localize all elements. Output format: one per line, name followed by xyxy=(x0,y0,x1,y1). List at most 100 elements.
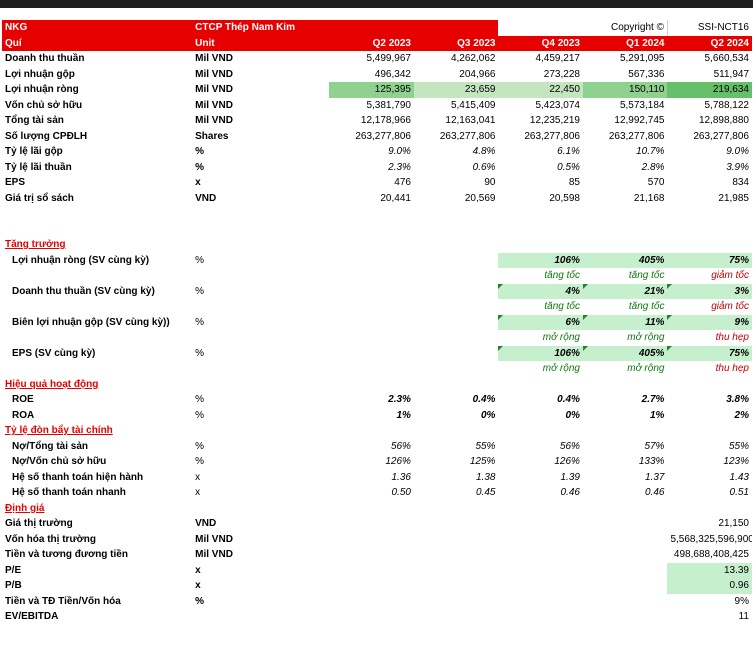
row-label[interactable]: Giá thị trường xyxy=(2,516,192,532)
cell-value[interactable]: 0.46 xyxy=(583,485,668,501)
cell-value[interactable]: 150,110 xyxy=(582,82,668,98)
cell-value[interactable]: 0.6% xyxy=(414,160,499,176)
growth-value[interactable]: 3% xyxy=(667,283,752,299)
row-unit[interactable]: % xyxy=(192,439,329,455)
growth-value[interactable]: 11% xyxy=(582,314,668,330)
row-label[interactable]: EPS (SV cùng kỳ) xyxy=(2,346,192,362)
growth-value[interactable]: 6% xyxy=(498,314,583,330)
cell-value[interactable]: 834 xyxy=(667,175,752,191)
growth-value[interactable]: 405% xyxy=(582,252,668,268)
cell-value[interactable]: 0.50 xyxy=(329,485,414,501)
row-unit[interactable]: Mil VND xyxy=(192,98,329,114)
empty-cell[interactable] xyxy=(414,594,499,610)
cell-value[interactable]: 570 xyxy=(583,175,668,191)
cell-value[interactable]: 126% xyxy=(329,454,414,470)
trend-note[interactable]: thu hẹp xyxy=(667,361,752,377)
cell-value[interactable]: 56% xyxy=(329,439,414,455)
cell-value[interactable]: 1% xyxy=(583,408,668,424)
empty-cell[interactable] xyxy=(498,563,583,579)
cell-value[interactable]: 20,598 xyxy=(498,191,583,207)
trend-note[interactable]: mở rộng xyxy=(583,330,668,346)
row-unit[interactable]: % xyxy=(192,284,329,300)
empty-cell[interactable] xyxy=(329,284,414,300)
row-unit[interactable]: % xyxy=(192,346,329,362)
trend-note[interactable]: mở rộng xyxy=(583,361,668,377)
trend-note[interactable]: tăng tốc xyxy=(583,299,668,315)
empty-cell[interactable] xyxy=(414,578,499,594)
company-name[interactable]: CTCP Thép Nam Kim xyxy=(192,20,499,36)
cell-value[interactable]: 4,262,062 xyxy=(414,51,499,67)
cell-value[interactable]: 9.0% xyxy=(667,144,752,160)
cell-value[interactable]: 219,634 xyxy=(667,82,752,98)
empty-cell[interactable] xyxy=(414,516,499,532)
cell-value[interactable]: 126% xyxy=(498,454,583,470)
row-unit[interactable]: % xyxy=(192,454,329,470)
row-unit[interactable]: Mil VND xyxy=(192,82,329,98)
cell-value[interactable]: 125,395 xyxy=(329,82,414,98)
cell-value[interactable]: 0.51 xyxy=(667,485,752,501)
column-header[interactable]: Q2 2023 xyxy=(329,35,414,51)
cell-value[interactable]: 12,163,041 xyxy=(414,113,499,129)
trend-note[interactable]: giảm tốc xyxy=(667,299,752,315)
row-label[interactable]: EV/EBITDA xyxy=(2,609,192,625)
empty-cell[interactable] xyxy=(2,299,192,315)
row-unit[interactable]: % xyxy=(192,408,329,424)
empty-cell[interactable] xyxy=(329,578,414,594)
cell-value[interactable]: 56% xyxy=(498,439,583,455)
cell-value[interactable]: 12,178,966 xyxy=(329,113,414,129)
cell-value[interactable]: 5,499,967 xyxy=(329,51,414,67)
cell-value[interactable]: 12,992,745 xyxy=(583,113,668,129)
row-unit[interactable]: x xyxy=(192,470,329,486)
row-unit[interactable]: % xyxy=(192,594,329,610)
empty-cell[interactable] xyxy=(329,299,414,315)
row-unit[interactable]: Mil VND xyxy=(192,51,329,67)
empty-cell[interactable] xyxy=(192,330,329,346)
empty-cell[interactable] xyxy=(583,532,668,548)
empty-cell[interactable] xyxy=(498,547,583,563)
column-header[interactable]: Q2 2024 xyxy=(667,35,752,51)
growth-value[interactable]: 9% xyxy=(667,314,752,330)
cell-value[interactable]: 23,659 xyxy=(413,82,499,98)
cell-value[interactable]: 22,450 xyxy=(498,82,583,98)
cell-value[interactable]: 5,381,790 xyxy=(329,98,414,114)
cell-value[interactable]: 0.4% xyxy=(414,392,499,408)
empty-cell[interactable] xyxy=(329,594,414,610)
column-header[interactable]: Q3 2023 xyxy=(413,35,499,51)
cell-value[interactable]: 4.8% xyxy=(414,144,499,160)
empty-cell[interactable] xyxy=(498,532,583,548)
trend-note[interactable]: thu hẹp xyxy=(667,330,752,346)
row-label[interactable]: Lợi nhuận ròng (SV cùng kỳ) xyxy=(2,253,192,269)
cell-value[interactable]: 263,277,806 xyxy=(498,129,583,145)
cell-value[interactable]: 0.5% xyxy=(498,160,583,176)
cell-value[interactable]: 0.96 xyxy=(667,578,752,594)
cell-value[interactable]: 5,568,325,596,900 xyxy=(667,532,752,548)
empty-cell[interactable] xyxy=(414,268,499,284)
row-label[interactable]: Tỷ lệ lãi thuần xyxy=(2,160,192,176)
cell-value[interactable]: 1.39 xyxy=(498,470,583,486)
period-label[interactable]: Quí xyxy=(2,35,193,51)
empty-cell[interactable] xyxy=(329,330,414,346)
cell-value[interactable]: 0% xyxy=(498,408,583,424)
empty-cell[interactable] xyxy=(414,563,499,579)
cell-value[interactable]: 4,459,217 xyxy=(498,51,583,67)
cell-value[interactable]: 6.1% xyxy=(498,144,583,160)
row-label[interactable]: Lợi nhuận gộp xyxy=(2,67,192,83)
empty-cell[interactable] xyxy=(2,361,192,377)
cell-value[interactable]: 3.9% xyxy=(667,160,752,176)
row-label[interactable]: P/E xyxy=(2,563,192,579)
cell-value[interactable]: 20,441 xyxy=(329,191,414,207)
row-unit[interactable]: Mil VND xyxy=(192,67,329,83)
empty-cell[interactable] xyxy=(498,578,583,594)
cell-value[interactable]: 263,277,806 xyxy=(414,129,499,145)
empty-cell[interactable] xyxy=(329,563,414,579)
cell-value[interactable]: 0.4% xyxy=(498,392,583,408)
empty-cell[interactable] xyxy=(414,315,499,331)
cell-value[interactable]: 9.0% xyxy=(329,144,414,160)
cell-value[interactable]: 5,423,074 xyxy=(498,98,583,114)
growth-value[interactable]: 75% xyxy=(667,252,752,268)
empty-cell[interactable] xyxy=(192,268,329,284)
cell-value[interactable]: 263,277,806 xyxy=(583,129,668,145)
empty-cell[interactable] xyxy=(498,594,583,610)
cell-value[interactable]: 85 xyxy=(498,175,583,191)
cell-value[interactable]: 273,228 xyxy=(498,67,583,83)
